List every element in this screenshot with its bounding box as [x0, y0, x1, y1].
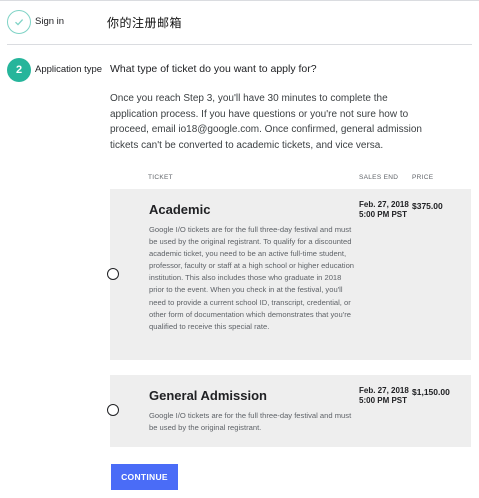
header-sales-end: SALES END	[359, 174, 399, 181]
ticket-question: What type of ticket do you want to apply…	[110, 63, 317, 75]
step-application-number: 2	[7, 58, 31, 82]
sign-in-email-value: 你的注册邮箱	[107, 16, 183, 30]
sales-end-academic: Feb. 27, 2018 5:00 PM PST	[359, 200, 409, 219]
checkmark-icon	[15, 19, 24, 26]
price-general-admission: $1,150.00	[412, 387, 450, 397]
top-divider	[0, 0, 479, 1]
continue-button[interactable]: CONTINUE	[111, 464, 178, 490]
ticket-name-academic: Academic	[149, 202, 211, 217]
step-divider	[7, 44, 472, 45]
step-sign-in-label: Sign in	[35, 16, 65, 27]
step-sign-in-indicator	[7, 10, 31, 34]
step-application-label: Application type	[35, 64, 103, 75]
intro-text: Once you reach Step 3, you'll have 30 mi…	[110, 93, 422, 151]
sales-end-general-admission: Feb. 27, 2018 5:00 PM PST	[359, 386, 409, 405]
header-price: PRICE	[412, 174, 434, 181]
ticket-description-general-admission: Google I/O tickets are for the full thre…	[149, 411, 352, 433]
radio-general-admission[interactable]	[107, 404, 119, 416]
ticket-description-academic: Google I/O tickets are for the full thre…	[149, 225, 355, 331]
radio-academic[interactable]	[107, 268, 119, 280]
ticket-name-general-admission: General Admission	[149, 388, 267, 403]
header-ticket: TICKET	[148, 174, 173, 181]
price-academic: $375.00	[412, 201, 443, 211]
